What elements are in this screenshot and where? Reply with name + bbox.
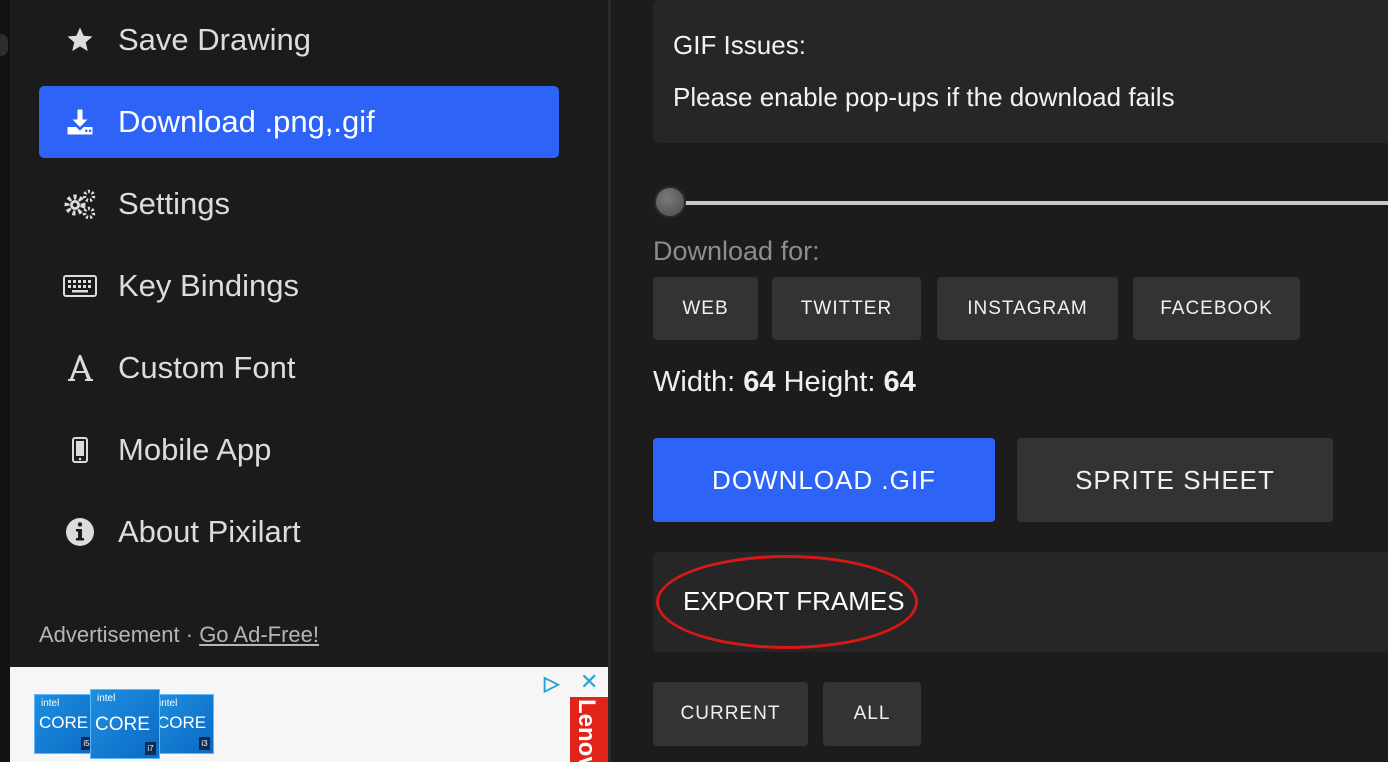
chip-core: CORE	[95, 714, 150, 735]
sidebar-item-download[interactable]: Download .png,.gif	[39, 86, 559, 158]
height-label: Height:	[783, 366, 876, 398]
download-icon	[63, 105, 97, 139]
instagram-button[interactable]: INSTAGRAM	[937, 277, 1118, 340]
dimensions-readout: Width: 64 Height: 64	[653, 366, 916, 399]
width-value: 64	[743, 366, 776, 398]
go-ad-free-link[interactable]: Go Ad-Free!	[199, 622, 319, 647]
sidebar-item-key-bindings[interactable]: Key Bindings	[39, 250, 559, 322]
chip-gen: i7	[145, 742, 156, 755]
advertisement-label: Advertisement	[39, 622, 180, 647]
chip-gen: i3	[199, 737, 210, 750]
sidebar-item-label: Settings	[118, 186, 231, 221]
web-button[interactable]: WEB	[653, 277, 758, 340]
scale-slider-track[interactable]	[670, 201, 1388, 205]
width-label: Width:	[653, 366, 736, 398]
facebook-button[interactable]: FACEBOOK	[1133, 277, 1300, 340]
sidebar-item-about[interactable]: About Pixilart	[39, 496, 559, 568]
chip-brand: intel	[41, 698, 60, 709]
gears-icon	[63, 187, 97, 221]
all-frames-button[interactable]: ALL	[823, 682, 921, 746]
intel-i7-chip: intel CORE i7	[90, 689, 160, 759]
close-icon[interactable]: ✕	[580, 669, 598, 695]
info-icon	[63, 515, 97, 549]
font-icon	[63, 351, 97, 385]
sprite-sheet-button[interactable]: SPRITE SHEET	[1017, 438, 1333, 522]
sidebar-item-label: About Pixilart	[118, 514, 301, 549]
star-icon	[63, 23, 97, 57]
sidebar-item-mobile-app[interactable]: Mobile App	[39, 414, 559, 486]
adchoices-icon[interactable]: ▷	[544, 671, 559, 696]
height-value: 64	[883, 366, 916, 398]
chip-brand: intel	[159, 698, 178, 709]
sidebar-item-custom-font[interactable]: Custom Font	[39, 332, 559, 404]
advertisement-separator: ·	[179, 622, 200, 647]
lenovo-text: Lenovo	[573, 699, 600, 762]
edge-handle[interactable]	[0, 34, 8, 56]
scale-slider-thumb[interactable]	[654, 186, 686, 218]
window-edge	[0, 0, 10, 762]
sidebar-item-label: Download .png,.gif	[118, 104, 375, 139]
intel-i5-chip: intel CORE i5	[34, 694, 96, 754]
sidebar-item-settings[interactable]: Settings	[39, 168, 559, 240]
intel-i3-chip: intel CORE i3	[152, 694, 214, 754]
ad-banner[interactable]: intel CORE i5 intel CORE i3 intel CORE i…	[10, 667, 608, 762]
download-for-label: Download for:	[653, 236, 820, 266]
current-frame-button[interactable]: CURRENT	[653, 682, 808, 746]
sidebar-item-label: Save Drawing	[118, 22, 311, 57]
twitter-button[interactable]: TWITTER	[772, 277, 921, 340]
sidebar-item-label: Key Bindings	[118, 268, 299, 303]
chip-core: CORE	[157, 713, 207, 732]
sidebar-item-label: Custom Font	[118, 350, 296, 385]
advertisement-row: Advertisement · Go Ad-Free!	[39, 622, 319, 648]
gif-issues-title: GIF Issues:	[673, 30, 806, 60]
gif-issues-note: Please enable pop-ups if the download fa…	[673, 82, 1175, 112]
keyboard-icon	[63, 269, 97, 303]
sidebar-item-label: Mobile App	[118, 432, 272, 467]
mobile-icon	[63, 433, 97, 467]
lenovo-logo: Lenovo	[570, 697, 608, 762]
chip-core: CORE	[39, 713, 89, 732]
highlight-annotation	[656, 555, 918, 649]
sidebar-item-save-drawing[interactable]: Save Drawing	[39, 4, 559, 76]
gif-issues-box	[653, 0, 1388, 143]
chip-brand: intel	[97, 693, 116, 704]
download-gif-button[interactable]: DOWNLOAD .GIF	[653, 438, 995, 522]
